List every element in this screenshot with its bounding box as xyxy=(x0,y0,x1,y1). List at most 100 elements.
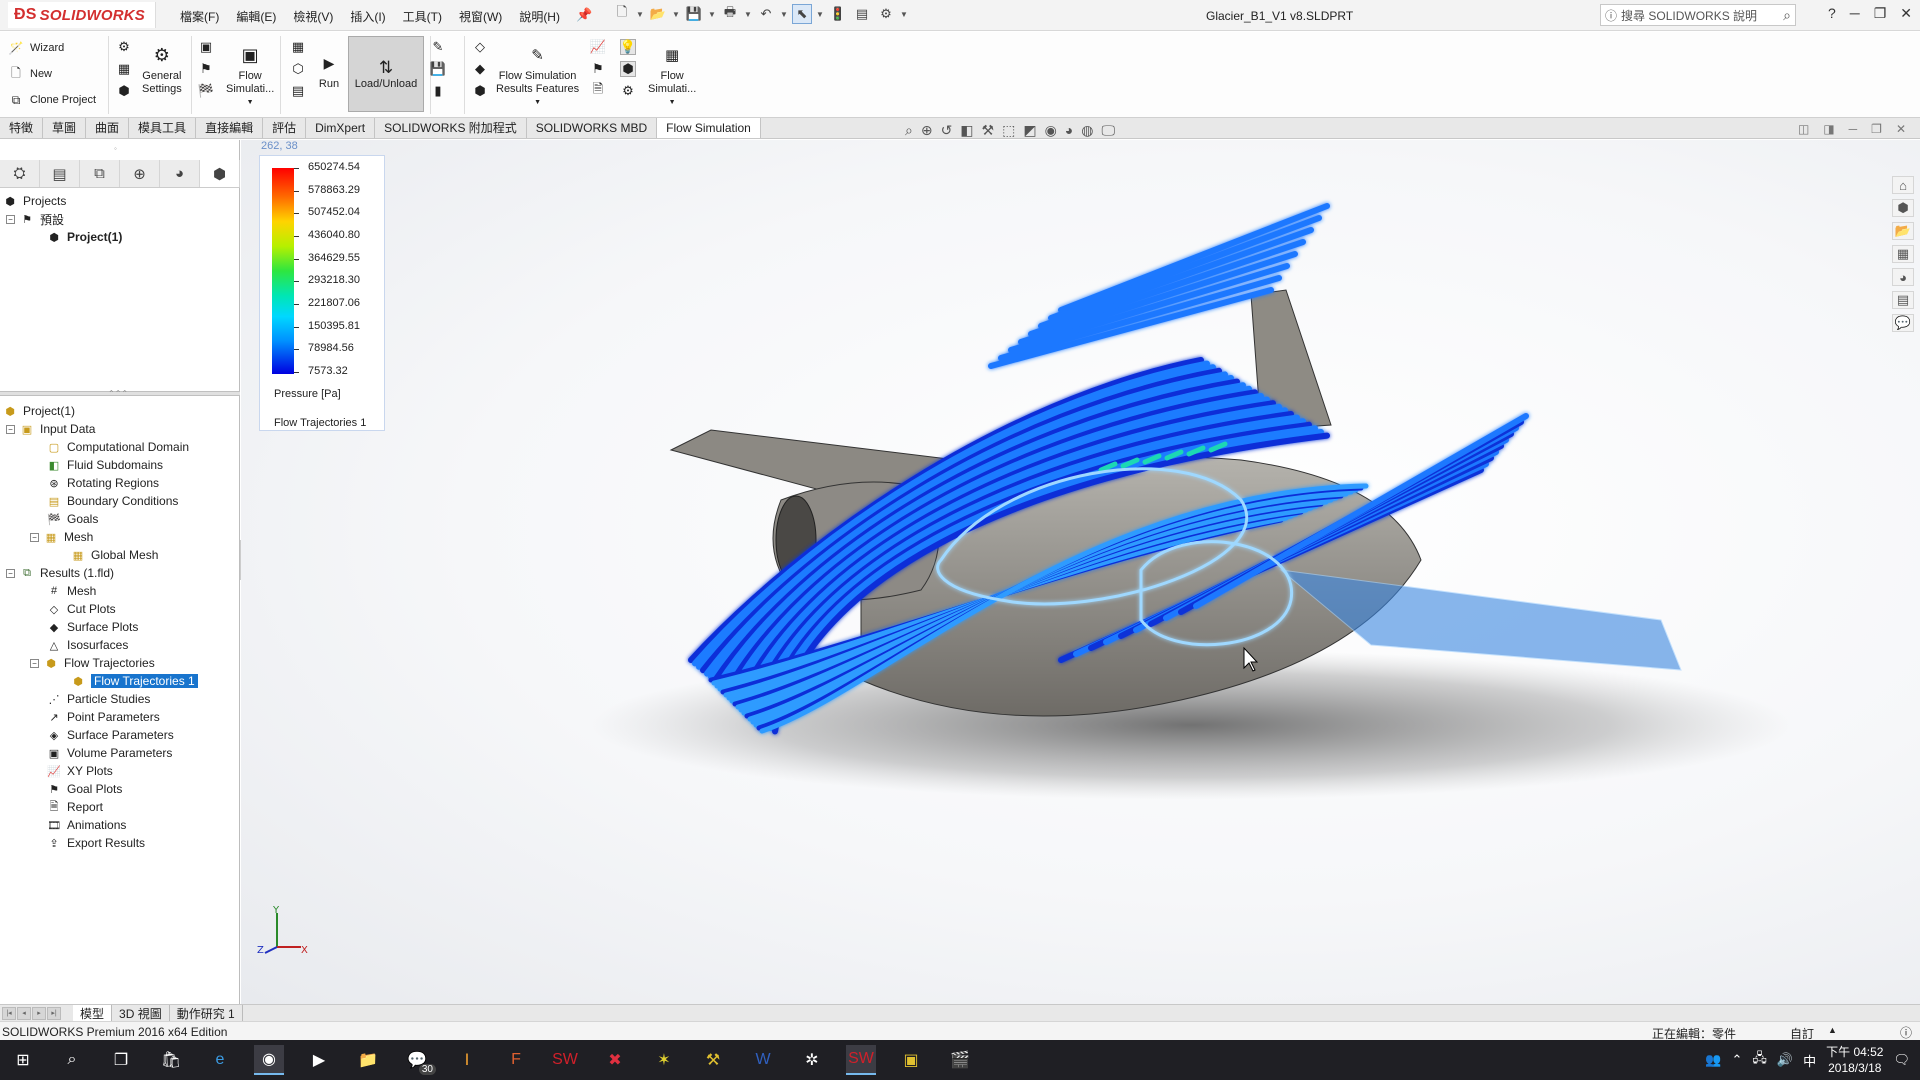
edit-appearance-icon[interactable]: ◕ xyxy=(1065,122,1073,139)
volume-icon[interactable]: 🔊 xyxy=(1777,1052,1793,1068)
tree-volume-parameters[interactable]: ▣ Volume Parameters xyxy=(46,744,173,762)
options-gear-icon[interactable]: ⚙ xyxy=(876,4,896,24)
menu-window[interactable]: 視窗(W) xyxy=(457,8,504,25)
table-icon[interactable]: ▦ xyxy=(116,61,132,77)
tree-fluid-subdomains[interactable]: ◧ Fluid Subdomains xyxy=(46,456,163,474)
previous-view-icon[interactable]: ↺ xyxy=(941,122,953,139)
configuration-manager-tab-icon[interactable]: ⧉ xyxy=(80,160,120,187)
flow-simulation-tree-tab-icon[interactable]: ⬢ xyxy=(200,160,240,187)
tree-project-1[interactable]: ⬢ Project(1) xyxy=(46,228,122,246)
close-icon[interactable]: ✕ xyxy=(1900,5,1912,22)
tree-goals[interactable]: 🏁 Goals xyxy=(46,510,98,528)
menu-insert[interactable]: 插入(I) xyxy=(348,8,387,25)
collapse-icon[interactable]: − xyxy=(30,532,39,542)
flow-sim-dropdown-icon[interactable]: ▼ xyxy=(247,96,254,109)
probe-icon[interactable]: ✎ xyxy=(430,39,446,55)
store-bag-icon[interactable]: 🛍 xyxy=(156,1045,186,1075)
tree-rotating-regions[interactable]: ⊛ Rotating Regions xyxy=(46,474,159,492)
help-search-box[interactable]: ⓘ 搜尋 SOLIDWORKS 說明 ⌕ xyxy=(1600,4,1796,26)
wizard-button[interactable]: 🪄 Wizard xyxy=(8,37,65,59)
undo-icon[interactable]: ↶ xyxy=(756,4,776,24)
tree-cut-plots[interactable]: ◇ Cut Plots xyxy=(46,600,116,618)
last-tab-icon[interactable]: ▸| xyxy=(47,1006,61,1020)
status-help-icon[interactable]: ⓘ xyxy=(1900,1024,1912,1041)
panel-splitter[interactable]: ⌃⌃⌃ xyxy=(0,389,240,398)
viewport-minimize-icon[interactable]: ─ xyxy=(1849,122,1858,136)
tab-model[interactable]: 模型 xyxy=(73,1004,113,1022)
tree-default-config[interactable]: − ⚑ 預設 xyxy=(6,210,64,228)
tree-projects-root[interactable]: ⬢ Projects xyxy=(2,192,66,210)
tree-surface-plots[interactable]: ◆ Surface Plots xyxy=(46,618,139,636)
view-settings-icon[interactable]: 🖵 xyxy=(1101,122,1115,139)
monitor-icon[interactable]: ▤ xyxy=(290,83,306,99)
tree-surface-parameters[interactable]: ◈ Surface Parameters xyxy=(46,726,174,744)
video-editor-icon[interactable]: 🎬 xyxy=(945,1045,975,1075)
results-features-dropdown-icon[interactable]: ▼ xyxy=(534,96,541,109)
goal-plot-icon[interactable]: ⚑ xyxy=(590,61,606,77)
tree-report[interactable]: 🗎 Report xyxy=(46,798,103,816)
tree-analysis-root[interactable]: ⬢ Project(1) xyxy=(2,402,75,420)
batch-run-icon[interactable]: ▦ xyxy=(290,39,306,55)
tab-mbd[interactable]: SOLIDWORKS MBD xyxy=(527,118,658,138)
flow-trajectories-scene[interactable] xyxy=(241,140,1920,1004)
section-view-icon[interactable]: ◧ xyxy=(960,122,973,139)
flow-simulation-results-button[interactable]: ▦ Flow Simulati... ▼ xyxy=(648,42,696,109)
solidworks-resources-home-icon[interactable]: ⌂ xyxy=(1892,176,1914,194)
tree-input-data[interactable]: − ▣ Input Data xyxy=(6,420,95,438)
select-dropdown-icon[interactable]: ▼ xyxy=(816,4,824,24)
viewport-close-icon[interactable]: ✕ xyxy=(1896,122,1906,136)
zoom-to-fit-icon[interactable]: ⌕ xyxy=(905,122,913,139)
cut-plot-icon[interactable]: ◇ xyxy=(472,39,488,55)
help-question-icon[interactable]: ? xyxy=(1828,5,1836,22)
tree-results[interactable]: − ⧉ Results (1.fld) xyxy=(6,564,114,582)
viewport-tile-right-icon[interactable]: ◨ xyxy=(1823,122,1834,136)
tab-dimxpert[interactable]: DimXpert xyxy=(306,118,376,138)
xmind-icon[interactable]: ✖ xyxy=(600,1045,630,1075)
transparency-icon[interactable]: ⬢ xyxy=(620,61,636,77)
windows-start-icon[interactable]: ⊞ xyxy=(8,1045,38,1075)
tree-mesh-input[interactable]: − ▦ Mesh xyxy=(30,528,93,546)
star-app-icon[interactable]: ✶ xyxy=(649,1045,679,1075)
report-icon[interactable]: 🗎 xyxy=(590,81,606,99)
chart-bar-icon[interactable]: ▮ xyxy=(430,83,446,99)
menu-file[interactable]: 檔案(F) xyxy=(178,8,221,25)
tree-global-mesh[interactable]: ▦ Global Mesh xyxy=(70,546,159,564)
collapse-icon[interactable]: − xyxy=(6,568,15,578)
display-manager-tab-icon[interactable]: ◕ xyxy=(160,160,200,187)
flow-simulation-button[interactable]: ▣ Flow Simulati... ▼ xyxy=(226,42,274,109)
tab-3d-views[interactable]: 3D 視圖 xyxy=(112,1004,170,1022)
tools-app-icon[interactable]: ⚒ xyxy=(698,1045,728,1075)
tab-surfaces[interactable]: 曲面 xyxy=(86,118,130,138)
open-dropdown-icon[interactable]: ▼ xyxy=(672,4,680,24)
design-library-icon[interactable]: ⬢ xyxy=(1892,199,1914,217)
solidworks-active-icon[interactable]: SW xyxy=(846,1045,876,1075)
chrome-icon[interactable]: ◉ xyxy=(254,1045,284,1075)
menu-edit[interactable]: 編輯(E) xyxy=(234,8,278,25)
customize-icon[interactable]: ⚙ xyxy=(116,39,132,55)
select-cursor-icon[interactable]: ⬉ xyxy=(792,4,812,24)
menu-view[interactable]: 檢視(V) xyxy=(291,8,335,25)
tree-goal-plots[interactable]: ⚑ Goal Plots xyxy=(46,780,122,798)
word-icon[interactable]: W xyxy=(748,1045,778,1075)
graphics-area[interactable]: 262, 38 650274.54 578863.29 507452.04 43… xyxy=(241,140,1920,1004)
new-document-icon[interactable]: 🗋 xyxy=(612,4,632,24)
isosurface-icon[interactable]: ⬢ xyxy=(472,83,488,99)
search-icon[interactable]: ⌕ xyxy=(1783,7,1791,24)
network-icon[interactable]: 🖧 xyxy=(1752,1049,1767,1071)
general-settings-button[interactable]: ⚙ General Settings xyxy=(142,42,182,96)
file-properties-icon[interactable]: ▤ xyxy=(852,4,872,24)
new-project-button[interactable]: 🗋 New xyxy=(8,63,52,85)
calculation-control-icon[interactable]: ▣ xyxy=(198,39,214,55)
collapse-icon[interactable]: − xyxy=(6,424,15,434)
forum-icon[interactable]: 💬 xyxy=(1892,314,1914,332)
tree-export-results[interactable]: ⇪ Export Results xyxy=(46,834,145,852)
clone-project-button[interactable]: ⧉ Clone Project xyxy=(8,89,96,111)
tab-motion-study[interactable]: 動作研究 1 xyxy=(170,1004,243,1022)
tree-result-mesh[interactable]: # Mesh xyxy=(46,582,96,600)
viewport-restore-icon[interactable]: ❐ xyxy=(1871,122,1882,136)
media-player-icon[interactable]: ▶ xyxy=(304,1045,334,1075)
show-hidden-icons-icon[interactable]: ⌃ xyxy=(1732,1052,1743,1068)
flow-sim-app-icon[interactable]: ▣ xyxy=(896,1045,926,1075)
restore-icon[interactable]: ❐ xyxy=(1874,5,1887,22)
file-explorer-icon[interactable]: 📁 xyxy=(353,1045,383,1075)
